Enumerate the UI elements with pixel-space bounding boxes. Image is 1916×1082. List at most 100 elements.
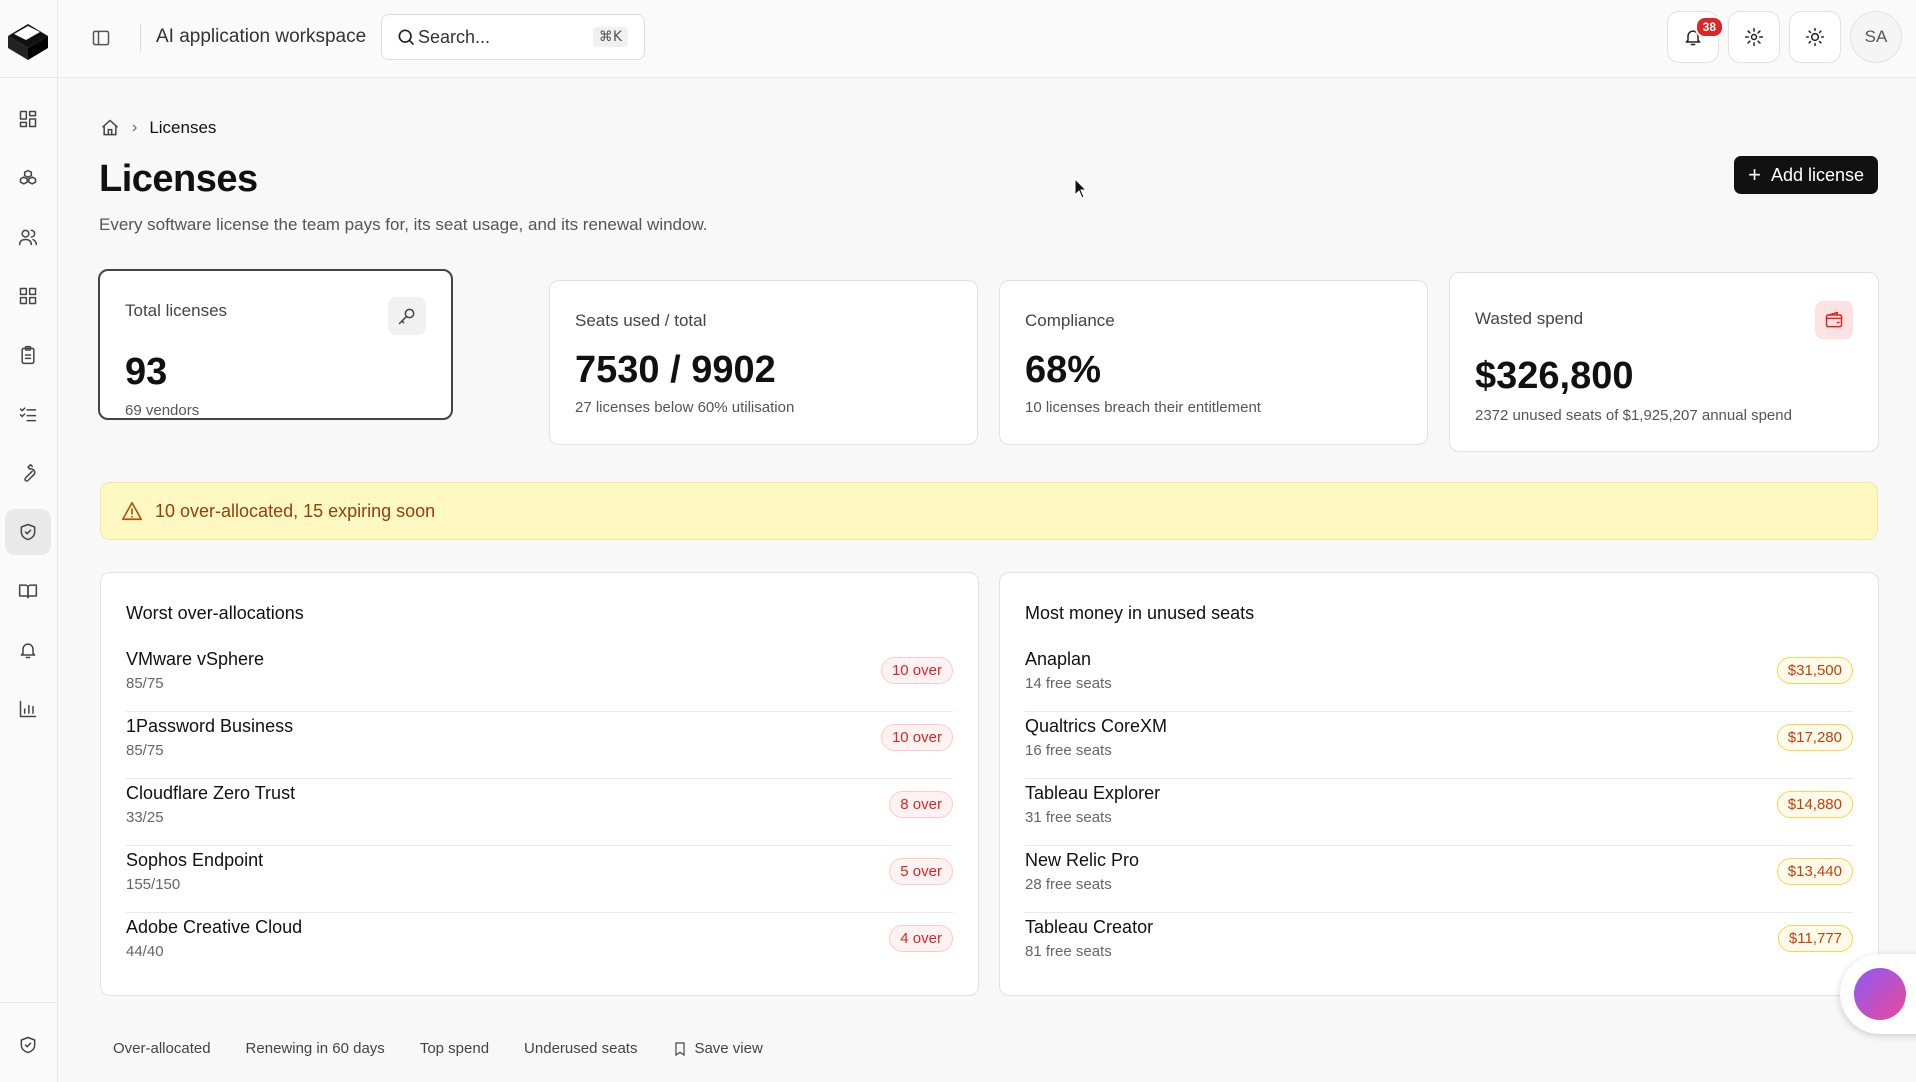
users-icon: [18, 229, 38, 246]
free-seats: 16 free seats: [1025, 742, 1112, 759]
page-subtitle: Every software license the team pays for…: [99, 215, 708, 234]
panel-left-icon: [92, 30, 110, 46]
unused-seats-panel: Most money in unused seats Anaplan 14 fr…: [999, 572, 1879, 996]
list-item[interactable]: Anaplan 14 free seats $31,500: [1025, 645, 1853, 712]
list-item[interactable]: Adobe Creative Cloud 44/40 4 over: [126, 913, 953, 980]
grid-icon: [19, 287, 37, 305]
topbar: AI application workspace Search... ⌘K 38…: [58, 0, 1916, 78]
license-usage: 155/150: [126, 876, 181, 893]
over-allocations-panel: Worst over-allocations VMware vSphere 85…: [100, 572, 979, 996]
stat-label: Compliance: [1025, 311, 1115, 330]
list-item[interactable]: Qualtrics CoreXM 16 free seats $17,280: [1025, 712, 1853, 779]
sidebar-item-tasks[interactable]: [5, 391, 51, 437]
book-open-icon: [18, 584, 38, 599]
stat-label: Total licenses: [125, 301, 228, 320]
view-top-spend[interactable]: Top spend: [407, 1034, 502, 1063]
list-item[interactable]: New Relic Pro 28 free seats $13,440: [1025, 846, 1853, 913]
license-name: Cloudflare Zero Trust: [126, 783, 296, 803]
stat-card-total-licenses[interactable]: Total licenses 93 69 vendors: [98, 269, 453, 420]
free-seats: 31 free seats: [1025, 809, 1112, 826]
free-seats: 28 free seats: [1025, 876, 1112, 893]
search-input[interactable]: Search... ⌘K: [381, 14, 645, 60]
topbar-separator: [140, 24, 141, 52]
list-item[interactable]: Sophos Endpoint 155/150 5 over: [126, 846, 953, 913]
warning-icon: [122, 501, 142, 521]
list-item[interactable]: Tableau Explorer 31 free seats $14,880: [1025, 779, 1853, 846]
sidebar-item-analytics[interactable]: [5, 686, 51, 732]
sidebar-item-licenses[interactable]: [5, 509, 51, 555]
sidebar-bottom-divider: [0, 1002, 58, 1003]
app-logo[interactable]: [4, 14, 52, 62]
view-renewing-soon[interactable]: Renewing in 60 days: [233, 1034, 398, 1063]
view-over-allocated[interactable]: Over-allocated: [100, 1034, 224, 1063]
chat-assistant-button[interactable]: [1840, 954, 1916, 1034]
list-item[interactable]: 1Password Business 85/75 10 over: [126, 712, 953, 779]
saved-views-bar: Over-allocated Renewing in 60 days Top s…: [100, 1034, 785, 1063]
checklist-icon: [19, 407, 37, 422]
spend-badge: $31,500: [1776, 657, 1853, 684]
add-license-button[interactable]: + Add license: [1734, 156, 1878, 194]
wallet-icon: [1825, 311, 1843, 328]
sidebar-item-users[interactable]: [5, 214, 51, 260]
warning-text: 10 over-allocated, 15 expiring soon: [155, 500, 436, 521]
notification-count-badge: 38: [1694, 16, 1724, 38]
save-view-label: Save view: [694, 1040, 763, 1057]
main-content: › Licenses Licenses Every software licen…: [58, 78, 1916, 1082]
wrench-icon: [24, 463, 36, 482]
sidebar-item-clipboard[interactable]: [5, 332, 51, 378]
warning-banner[interactable]: 10 over-allocated, 15 expiring soon: [100, 482, 1878, 540]
home-icon[interactable]: [100, 118, 120, 138]
license-name: VMware vSphere: [126, 649, 265, 669]
sidebar-item-tools[interactable]: [5, 450, 51, 496]
clipboard-icon: [21, 345, 35, 365]
stat-value: 68%: [1025, 349, 1102, 391]
license-name: Sophos Endpoint: [126, 850, 264, 870]
settings-button[interactable]: [1728, 11, 1780, 63]
stat-label: Seats used / total: [575, 311, 707, 330]
sidebar: [0, 0, 58, 1082]
spend-badge: $17,280: [1776, 724, 1853, 751]
page-title: Licenses: [99, 158, 258, 200]
notifications-button[interactable]: 38: [1667, 11, 1724, 63]
search-placeholder: Search...: [418, 26, 491, 47]
search-icon: [398, 29, 415, 46]
license-usage: 85/75: [126, 742, 164, 759]
sidebar-toggle-button[interactable]: [88, 25, 114, 51]
view-underused-seats[interactable]: Underused seats: [511, 1034, 650, 1063]
over-badge: 8 over: [889, 791, 953, 818]
over-badge: 10 over: [880, 724, 953, 751]
stat-value: 93: [125, 351, 168, 393]
key-icon: [398, 308, 415, 325]
shield-check-icon: [20, 1036, 36, 1054]
panel-title: Most money in unused seats: [1025, 603, 1255, 623]
list-item[interactable]: Cloudflare Zero Trust 33/25 8 over: [126, 779, 953, 846]
list-item[interactable]: Tableau Creator 81 free seats $11,777: [1025, 913, 1853, 980]
license-name: New Relic Pro: [1025, 850, 1140, 870]
license-usage: 44/40: [126, 943, 164, 960]
save-view-button[interactable]: Save view: [659, 1034, 775, 1063]
sidebar-item-alerts[interactable]: [5, 627, 51, 673]
add-license-label: Add license: [1770, 164, 1864, 185]
sidebar-item-models[interactable]: [5, 155, 51, 201]
dashboard-icon: [19, 110, 37, 128]
sidebar-item-dashboard[interactable]: [5, 96, 51, 142]
license-name: Qualtrics CoreXM: [1025, 716, 1168, 736]
stat-card-compliance[interactable]: Compliance 68% 10 licenses breach their …: [999, 280, 1428, 445]
sidebar-item-security[interactable]: [5, 1022, 51, 1068]
list-item[interactable]: VMware vSphere 85/75 10 over: [126, 645, 953, 712]
stat-card-seats[interactable]: Seats used / total 7530 / 9902 27 licens…: [549, 280, 978, 445]
sidebar-item-docs[interactable]: [5, 568, 51, 614]
over-badge: 4 over: [889, 925, 953, 952]
sidebar-item-apps[interactable]: [5, 273, 51, 319]
stat-sub: 69 vendors: [125, 402, 200, 419]
stat-card-wasted-spend[interactable]: Wasted spend $326,800 2372 unused seats …: [1449, 272, 1879, 452]
workspace-name[interactable]: AI application workspace: [156, 26, 366, 48]
theme-toggle-button[interactable]: [1789, 11, 1841, 63]
spend-badge: $14,880: [1776, 791, 1853, 818]
avatar[interactable]: SA: [1850, 11, 1902, 63]
spend-badge: $11,777: [1777, 925, 1853, 952]
assistant-avatar-icon: [1854, 968, 1906, 1020]
over-badge: 5 over: [889, 858, 953, 885]
stat-sub: 2372 unused seats of $1,925,207 annual s…: [1475, 407, 1792, 424]
plus-icon: +: [1748, 162, 1761, 187]
